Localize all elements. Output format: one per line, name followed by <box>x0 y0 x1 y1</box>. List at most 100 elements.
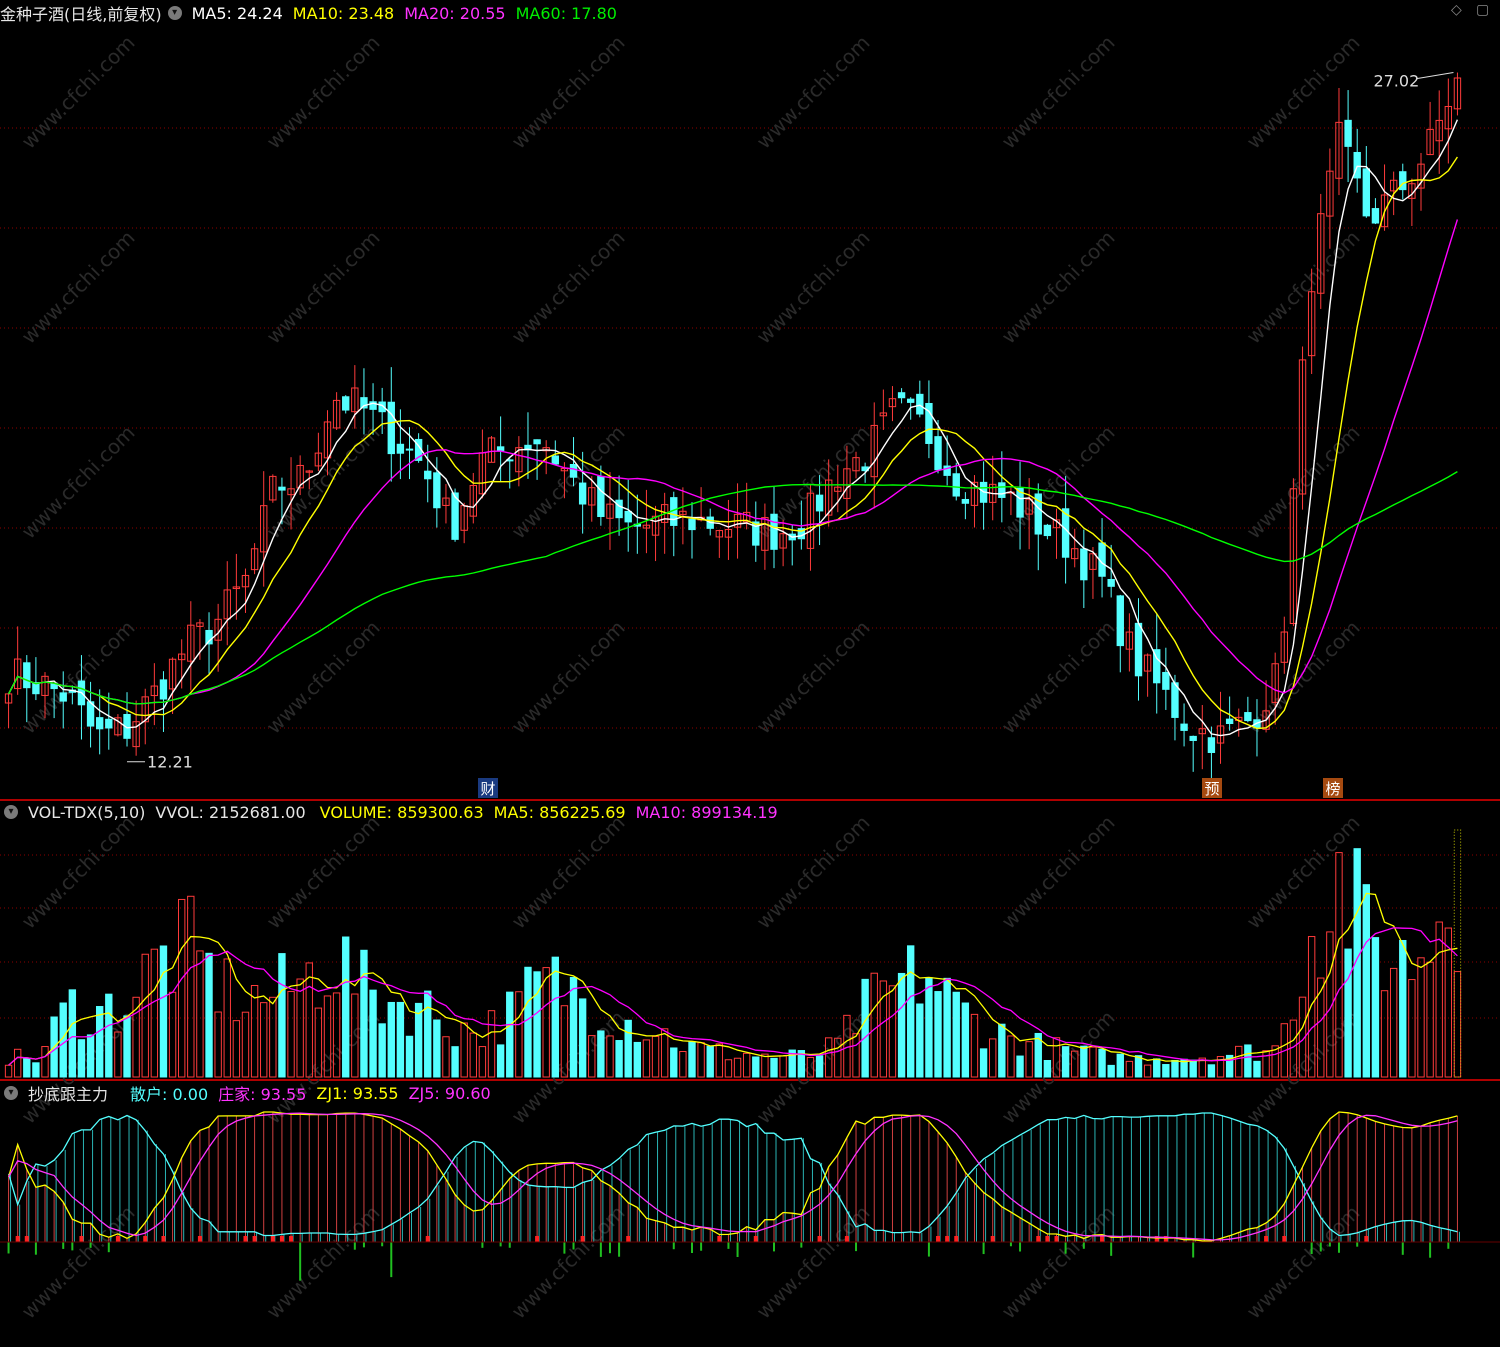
watermark-text: www.cfchi.com <box>507 1201 630 1324</box>
volume-bar-down <box>1371 937 1380 1078</box>
watermark-text: www.cfchi.com <box>262 226 385 349</box>
ma20-label: MA20: 20.55 <box>404 3 506 23</box>
volume-bar-down <box>1107 1064 1115 1078</box>
signal-dot <box>79 1236 84 1242</box>
volume-bar-down <box>342 936 350 1078</box>
volume-bar-up <box>679 1051 687 1078</box>
signal-dot <box>24 1236 29 1242</box>
candle-down <box>615 499 623 519</box>
candle-down <box>624 510 632 523</box>
volume-bar-down <box>105 993 113 1078</box>
candle-down <box>533 439 541 445</box>
volume-bar-up <box>1262 1050 1270 1078</box>
volume-bar-down <box>1207 1064 1216 1078</box>
watermark-text: www.cfchi.com <box>752 226 875 349</box>
candle-down <box>1244 712 1252 722</box>
candle-down <box>95 717 104 730</box>
candle-down <box>23 662 31 689</box>
volume-bar-up <box>761 1053 769 1078</box>
watermark-text: www.cfchi.com <box>507 421 630 544</box>
volume-bar-up <box>1453 971 1462 1078</box>
diamond-icon[interactable]: ◇ <box>1451 2 1462 18</box>
volume-bar-up <box>1007 1035 1015 1078</box>
volume-bar-up <box>1389 967 1398 1078</box>
volume-bar-down <box>925 977 933 1078</box>
volume-bar-down <box>360 949 368 1078</box>
volume-bar-up <box>989 1038 997 1078</box>
candle-down <box>897 392 906 399</box>
volume-bar-up <box>305 962 313 1078</box>
volume-bar-up <box>296 978 304 1078</box>
watermark-text: www.cfchi.com <box>17 811 140 934</box>
watermark-text: www.cfchi.com <box>507 31 630 154</box>
candle-down <box>1134 622 1143 677</box>
volume-bar-down <box>706 1045 714 1078</box>
volume-bar-up <box>1025 1041 1033 1078</box>
volume-bar-up <box>697 1042 705 1078</box>
chevron-down-icon[interactable]: ▾ <box>4 1086 18 1100</box>
volume-bar-up <box>223 958 231 1078</box>
candle-down <box>1207 737 1216 753</box>
candle-down <box>396 443 405 454</box>
volume-bar-up <box>269 996 277 1078</box>
ma60-line <box>7 470 1458 705</box>
candle-down <box>342 396 350 411</box>
watermark-text: www.cfchi.com <box>997 31 1120 154</box>
signal-dot <box>115 1236 120 1242</box>
volume-title[interactable]: VOL-TDX(5,10) <box>28 803 145 822</box>
volume-bar-up <box>870 972 878 1078</box>
volume-bar-down <box>1080 1045 1088 1078</box>
candle-down <box>1189 735 1197 741</box>
volume-bar-up <box>642 1039 651 1078</box>
volume-bar-down <box>624 1019 632 1078</box>
candle-down <box>387 401 395 455</box>
candle-down <box>998 482 1006 498</box>
watermark-text: www.cfchi.com <box>752 1006 875 1129</box>
stock-chart-svg[interactable]: www.cfchi.com www.cfchi.com www.cfchi.com w… <box>0 0 1500 1347</box>
volume-bar-up <box>13 1048 22 1078</box>
volume-bar-up <box>1408 979 1416 1078</box>
volume-bar-up <box>715 1043 724 1078</box>
volume-bar-down <box>1098 1048 1106 1078</box>
volume-bar-down <box>907 945 915 1078</box>
watermark-text: www.cfchi.com <box>1242 421 1365 544</box>
candle-down <box>1225 718 1234 725</box>
collapse-icon[interactable]: ▢ <box>1476 2 1489 18</box>
vvol-label: VVOL: 2152681.00 <box>155 802 306 822</box>
candles-group <box>4 72 1462 780</box>
volume-bar-down <box>615 1040 623 1078</box>
volume-bar-up <box>542 967 550 1078</box>
volume-bar-up <box>724 1059 733 1078</box>
volume-bar-down <box>1134 1055 1143 1078</box>
volume-bar-down <box>524 966 532 1078</box>
stock-title[interactable]: 金种子酒(日线,前复权) <box>0 1 162 25</box>
volume-bar-down <box>496 1044 505 1078</box>
candle-down <box>770 513 778 550</box>
volume-bar-down <box>23 1058 31 1078</box>
volume-bar-down <box>670 1047 678 1078</box>
candle-down <box>424 470 432 480</box>
volume-bar-up <box>1426 961 1434 1078</box>
indicator-title[interactable]: 抄底跟主力 <box>28 1081 108 1105</box>
candle-down <box>1162 671 1170 690</box>
candle-down <box>1353 151 1361 179</box>
retail-line <box>7 1112 1458 1237</box>
watermark-text: www.cfchi.com <box>752 811 875 934</box>
chevron-down-icon[interactable]: ▾ <box>167 6 182 20</box>
volume-bar-up <box>287 990 295 1078</box>
volume-bar-down <box>506 991 514 1078</box>
candle-down <box>496 446 505 451</box>
volume-bar-down <box>1253 1060 1261 1078</box>
volume-bar-down <box>414 1002 423 1078</box>
volume-bar-down <box>424 990 432 1078</box>
volume-bar-down <box>1116 1053 1124 1078</box>
volume-bar-down <box>86 1034 95 1078</box>
candle-down <box>59 692 67 702</box>
chevron-down-icon[interactable]: ▾ <box>4 805 18 819</box>
volume-bar-up <box>196 950 204 1078</box>
candle-down <box>1107 578 1115 587</box>
volume-bar-down <box>387 1001 395 1078</box>
volume-bar-down <box>688 1041 696 1078</box>
volume-bar-up <box>478 1046 487 1078</box>
volume-bar-down <box>1061 1046 1070 1078</box>
